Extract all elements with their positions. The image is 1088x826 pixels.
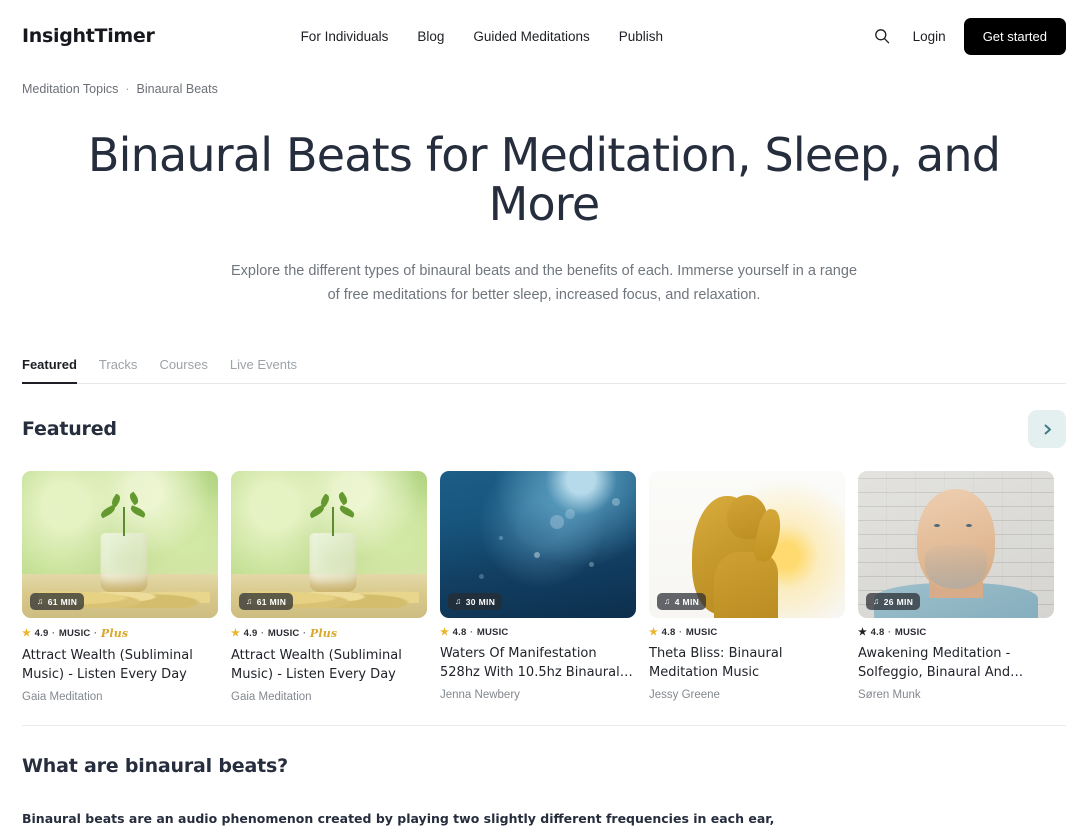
music-note-icon: ♫ bbox=[664, 596, 671, 607]
track-card[interactable]: ♫ 30 MIN ★ 4.8 · MUSIC Waters Of Manifes… bbox=[440, 471, 636, 703]
rating-value: 4.9 bbox=[34, 628, 49, 640]
category-label: MUSIC bbox=[58, 628, 91, 640]
plus-badge: Plus bbox=[309, 627, 338, 641]
featured-section-header: Featured bbox=[22, 410, 1066, 449]
track-thumbnail[interactable]: ♫ 61 MIN bbox=[231, 471, 427, 619]
main-nav: For Individuals Blog Guided Meditations … bbox=[301, 29, 663, 44]
track-card[interactable]: ♫ 61 MIN ★ 4.9 · MUSIC · Plus Attract We… bbox=[231, 471, 427, 703]
track-card[interactable]: ♫ 4 MIN ★ 4.8 · MUSIC Theta Bliss: Binau… bbox=[649, 471, 845, 703]
track-author[interactable]: Gaia Meditation bbox=[231, 691, 427, 703]
track-author[interactable]: Jenna Newbery bbox=[440, 689, 636, 701]
rating-value: 4.8 bbox=[661, 627, 676, 639]
track-thumbnail[interactable]: ♫ 4 MIN bbox=[649, 471, 845, 619]
search-icon[interactable] bbox=[869, 23, 895, 49]
hero-section: Binaural Beats for Meditation, Sleep, an… bbox=[0, 96, 1088, 307]
music-note-icon: ♫ bbox=[455, 596, 462, 607]
tab-featured[interactable]: Featured bbox=[22, 357, 77, 385]
duration-label: 26 MIN bbox=[883, 596, 914, 607]
track-meta: ★ 4.9 · MUSIC · Plus bbox=[22, 627, 218, 640]
logo[interactable]: InsightTimer bbox=[22, 25, 155, 47]
track-thumbnail[interactable]: ♫ 26 MIN bbox=[858, 471, 1054, 619]
music-note-icon: ♫ bbox=[37, 596, 44, 607]
get-started-button[interactable]: Get started bbox=[963, 17, 1066, 55]
meta-separator: · bbox=[93, 628, 98, 640]
track-title[interactable]: Attract Wealth (Subliminal Music) - List… bbox=[22, 647, 218, 685]
breadcrumb-current[interactable]: Binaural Beats bbox=[137, 82, 218, 96]
header-actions: Login Get started bbox=[869, 17, 1066, 55]
nav-item-blog[interactable]: Blog bbox=[417, 29, 444, 44]
meta-separator: · bbox=[260, 628, 265, 640]
track-author[interactable]: Gaia Meditation bbox=[22, 691, 218, 703]
duration-badge: ♫ 26 MIN bbox=[866, 593, 921, 611]
category-label: MUSIC bbox=[476, 627, 509, 639]
meta-separator: · bbox=[887, 627, 892, 639]
nav-item-for-individuals[interactable]: For Individuals bbox=[301, 29, 389, 44]
track-title[interactable]: Theta Bliss: Binaural Meditation Music bbox=[649, 645, 845, 683]
breadcrumb: Meditation Topics · Binaural Beats bbox=[0, 72, 1088, 96]
meta-separator: · bbox=[678, 627, 683, 639]
nav-item-guided-meditations[interactable]: Guided Meditations bbox=[473, 29, 589, 44]
tab-tracks[interactable]: Tracks bbox=[99, 357, 138, 383]
page-title: Binaural Beats for Meditation, Sleep, an… bbox=[87, 128, 1001, 231]
track-card[interactable]: ♫ 26 MIN ★ 4.8 · MUSIC Awakening Meditat… bbox=[858, 471, 1054, 703]
track-thumbnail[interactable]: ♫ 30 MIN bbox=[440, 471, 636, 619]
track-author[interactable]: Søren Munk bbox=[858, 689, 1054, 701]
duration-label: 4 MIN bbox=[674, 596, 700, 607]
breadcrumb-separator: · bbox=[125, 82, 130, 96]
login-link[interactable]: Login bbox=[913, 29, 946, 44]
rating-value: 4.8 bbox=[452, 627, 467, 639]
music-note-icon: ♫ bbox=[246, 596, 253, 607]
content-tabs: Featured Tracks Courses Live Events bbox=[22, 357, 1066, 385]
meta-separator: · bbox=[469, 627, 474, 639]
star-icon: ★ bbox=[22, 627, 32, 639]
track-title[interactable]: Waters Of Manifestation 528hz With 10.5h… bbox=[440, 645, 636, 683]
carousel-next-button[interactable] bbox=[1028, 410, 1066, 449]
duration-label: 30 MIN bbox=[465, 596, 496, 607]
page-subtitle: Explore the different types of binaural … bbox=[230, 262, 858, 303]
featured-card-list: ♫ 61 MIN ★ 4.9 · MUSIC · Plus Attract We… bbox=[22, 471, 1088, 703]
track-meta: ★ 4.8 · MUSIC bbox=[858, 627, 1054, 638]
track-author[interactable]: Jessy Greene bbox=[649, 689, 845, 701]
star-icon: ★ bbox=[858, 626, 868, 638]
article-section: What are binaural beats? Binaural beats … bbox=[22, 755, 1066, 826]
site-header: InsightTimer For Individuals Blog Guided… bbox=[0, 0, 1088, 72]
chevron-right-icon bbox=[1044, 424, 1051, 435]
article-body: Binaural beats are an audio phenomenon c… bbox=[22, 810, 775, 826]
duration-badge: ♫ 4 MIN bbox=[657, 593, 707, 611]
duration-badge: ♫ 61 MIN bbox=[30, 593, 85, 611]
duration-label: 61 MIN bbox=[256, 596, 287, 607]
track-meta: ★ 4.8 · MUSIC bbox=[649, 627, 845, 638]
meta-separator: · bbox=[302, 628, 307, 640]
duration-badge: ♫ 61 MIN bbox=[239, 593, 294, 611]
tab-live-events[interactable]: Live Events bbox=[230, 357, 297, 383]
track-meta: ★ 4.8 · MUSIC bbox=[440, 627, 636, 638]
category-label: MUSIC bbox=[894, 627, 927, 639]
track-title[interactable]: Attract Wealth (Subliminal Music) - List… bbox=[231, 647, 427, 685]
star-icon: ★ bbox=[231, 627, 241, 639]
category-label: MUSIC bbox=[685, 627, 718, 639]
music-note-icon: ♫ bbox=[873, 596, 880, 607]
track-thumbnail[interactable]: ♫ 61 MIN bbox=[22, 471, 218, 619]
track-title[interactable]: Awakening Meditation - Solfeggio, Binaur… bbox=[858, 645, 1054, 683]
article-heading: What are binaural beats? bbox=[22, 754, 288, 777]
duration-label: 61 MIN bbox=[47, 596, 78, 607]
star-icon: ★ bbox=[649, 626, 659, 638]
category-label: MUSIC bbox=[267, 628, 300, 640]
duration-badge: ♫ 30 MIN bbox=[448, 593, 503, 611]
rating-value: 4.9 bbox=[243, 628, 258, 640]
tab-courses[interactable]: Courses bbox=[159, 357, 207, 383]
section-divider bbox=[22, 724, 1066, 726]
nav-item-publish[interactable]: Publish bbox=[619, 29, 663, 44]
track-card[interactable]: ♫ 61 MIN ★ 4.9 · MUSIC · Plus Attract We… bbox=[22, 471, 218, 703]
rating-value: 4.8 bbox=[870, 627, 885, 639]
star-icon: ★ bbox=[440, 626, 450, 638]
track-meta: ★ 4.9 · MUSIC · Plus bbox=[231, 627, 427, 640]
breadcrumb-parent[interactable]: Meditation Topics bbox=[22, 82, 118, 96]
featured-heading: Featured bbox=[22, 418, 117, 441]
page-root: InsightTimer For Individuals Blog Guided… bbox=[0, 0, 1088, 826]
meta-separator: · bbox=[51, 628, 56, 640]
plus-badge: Plus bbox=[100, 627, 129, 641]
